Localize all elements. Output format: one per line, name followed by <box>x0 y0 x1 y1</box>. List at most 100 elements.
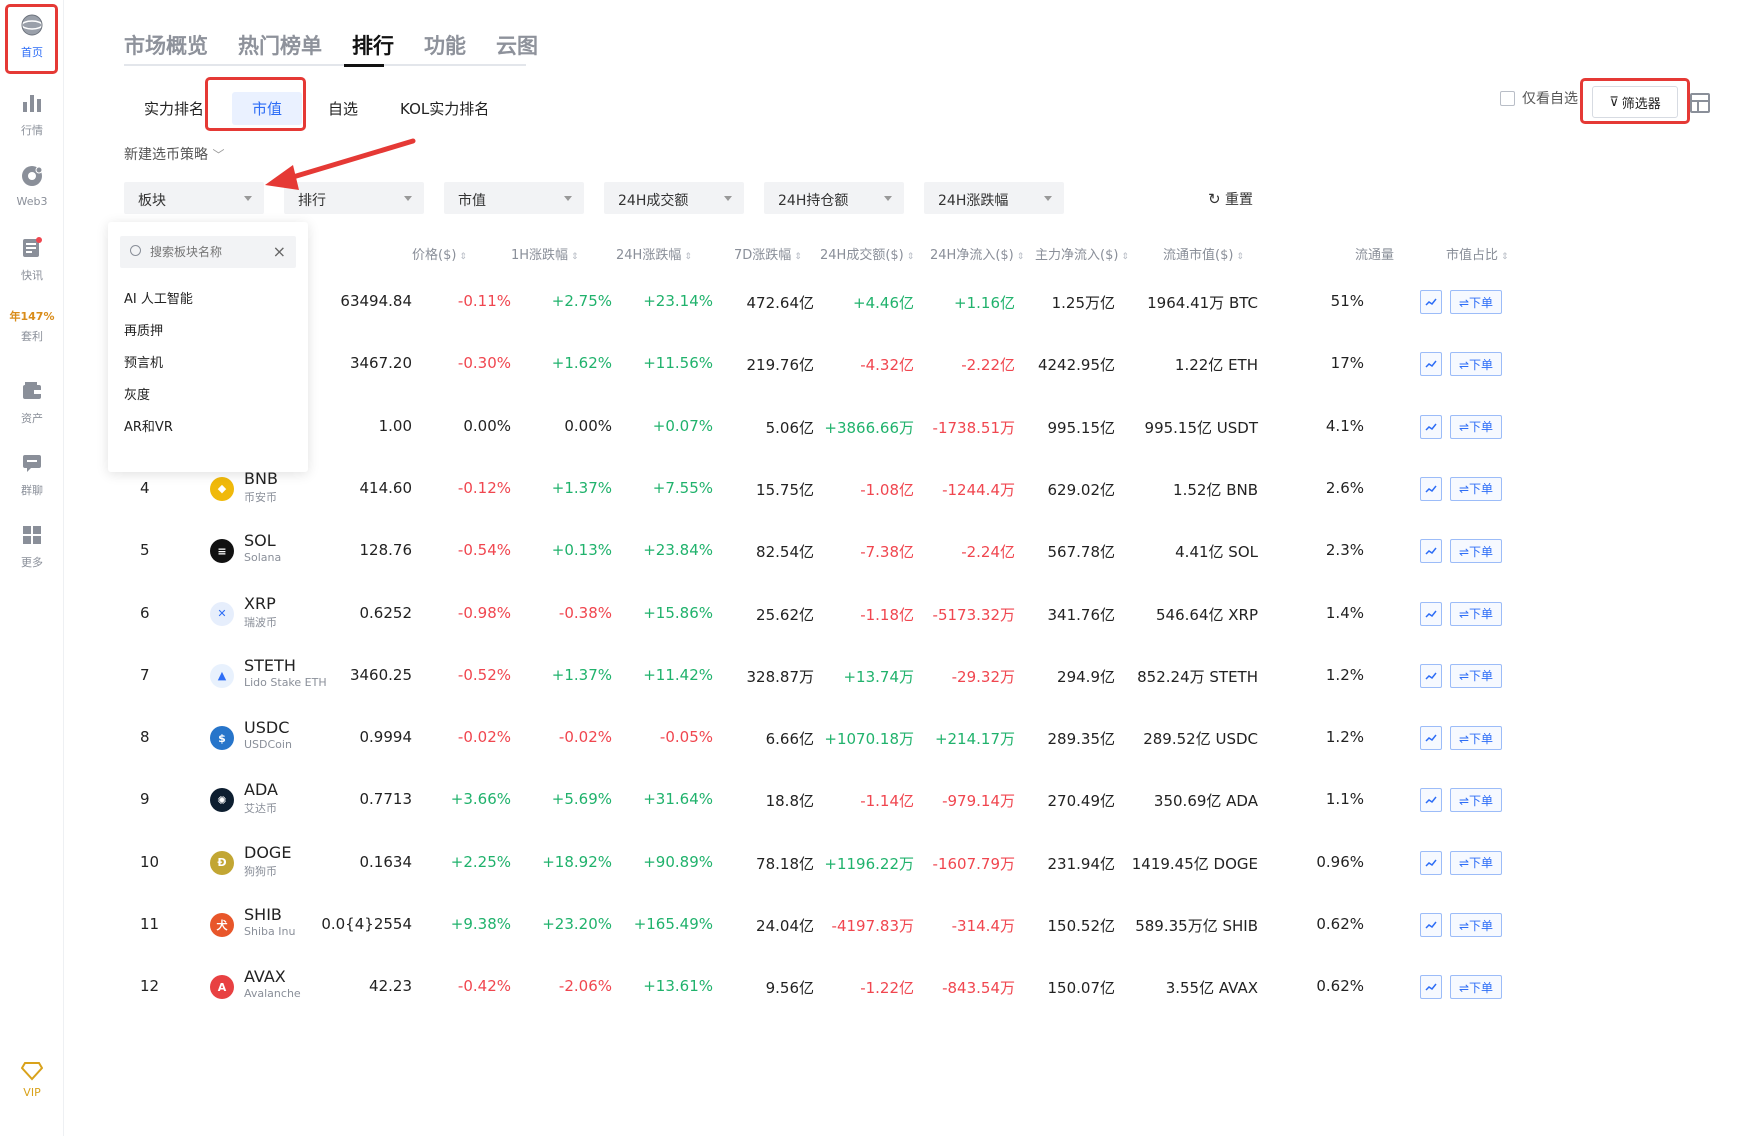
trend-chart-button[interactable] <box>1420 850 1442 875</box>
coin-symbol[interactable]: XRP <box>244 594 276 613</box>
tab-market-overview[interactable]: 市场概览 <box>124 30 208 64</box>
volume-cell: 472.64亿 <box>746 294 815 312</box>
trend-chart-button[interactable] <box>1420 476 1442 501</box>
coin-symbol[interactable]: STETH <box>244 656 296 675</box>
coin-logo-icon: A <box>210 975 234 1000</box>
reset-button[interactable]: ↻ 重置 <box>1208 189 1253 209</box>
coin-symbol[interactable]: AVAX <box>244 967 286 986</box>
place-order-button[interactable]: ⇌下单 <box>1450 788 1502 813</box>
price-cell: 414.60 <box>359 478 413 497</box>
sidebar-item-market[interactable]: 行情 <box>0 90 64 138</box>
table-row[interactable]: 11 犬 SHIB Shiba Inu 0.0{4}2554 +9.38% +23.20% +… <box>130 893 1710 963</box>
only-favorites-checkbox[interactable] <box>1500 90 1515 106</box>
new-strategy-dropdown[interactable]: 新建选币策略 ﹀ <box>124 144 224 164</box>
coin-name: Shiba Inu <box>244 925 296 938</box>
sector-select[interactable]: 板块 <box>124 182 264 214</box>
coin-symbol[interactable]: SHIB <box>244 905 282 924</box>
place-order-button[interactable]: ⇌下单 <box>1450 913 1502 937</box>
table-row[interactable]: 9 ✺ ADA 艾达币 0.7713 +3.66% +5.69% +31.64% 18.8亿 -1… <box>130 768 1710 838</box>
col-header-main-inflow[interactable]: 主力净流入($) ⇕ <box>1035 244 1129 263</box>
sidebar-item-vip[interactable]: VIP <box>0 1058 64 1099</box>
place-order-button[interactable]: ⇌下单 <box>1450 290 1502 314</box>
table-row[interactable]: 12 A AVAX Avalanche 42.23 -0.42% -2.06% +13.61%… <box>130 955 1710 1025</box>
table-row[interactable]: 6 ✕ XRP 瑞波币 0.6252 -0.98% -0.38% +15.86% 25.62亿 -… <box>130 582 1710 652</box>
place-order-button[interactable]: ⇌下单 <box>1450 975 1502 1000</box>
col-header-price[interactable]: 价格($) ⇕ <box>412 244 467 263</box>
sidebar-item-arbitrage[interactable]: 年147% 套利 <box>0 308 64 344</box>
coin-symbol[interactable]: DOGE <box>244 843 291 862</box>
table-row[interactable]: 10 Ð DOGE 狗狗币 0.1634 +2.25% +18.92% +90.89% 78.1… <box>130 831 1710 901</box>
trend-chart-button[interactable] <box>1420 414 1442 439</box>
place-order-button[interactable]: ⇌下单 <box>1450 601 1502 626</box>
subtab-strength-rank[interactable]: 实力排名 <box>144 98 204 119</box>
place-order-button[interactable]: ⇌下单 <box>1450 414 1502 439</box>
main-inflow-cell: -1607.79万 <box>932 854 1015 873</box>
sidebar-item-chat[interactable]: 群聊 <box>0 450 64 498</box>
subtab-favorites[interactable]: 自选 <box>328 98 358 119</box>
sidebar-item-home[interactable]: 首页 <box>0 12 64 60</box>
trend-chart-button[interactable] <box>1420 726 1442 751</box>
coin-name: Lido Stake ETH <box>244 675 327 689</box>
col-header-1h[interactable]: 1H涨跌幅 ⇕ <box>511 244 579 263</box>
trend-chart-button[interactable] <box>1420 788 1442 813</box>
trend-chart-button[interactable] <box>1420 290 1442 314</box>
sector-option[interactable]: 预言机 <box>124 352 163 371</box>
sector-dropdown-panel: × AI 人工智能 再质押 预言机 灰度 AR和VR <box>108 222 308 472</box>
open-interest-select[interactable]: 24H持仓额 <box>764 182 904 214</box>
coin-symbol[interactable]: SOL <box>244 531 276 550</box>
col-header-volume[interactable]: 24H成交额($) ⇕ <box>820 244 914 263</box>
close-icon[interactable]: × <box>273 242 286 261</box>
volume-select[interactable]: 24H成交额 <box>604 182 744 214</box>
trend-chart-button[interactable] <box>1420 913 1442 937</box>
change-24h-cell: 0.00% <box>564 416 612 435</box>
col-header-24h[interactable]: 24H涨跌幅 ⇕ <box>616 244 692 263</box>
col-header-7d[interactable]: 7D涨跌幅 ⇕ <box>734 244 802 263</box>
mcap-cell: 150.52亿 <box>1047 917 1116 935</box>
filter-button[interactable]: ⊽ 筛选器 <box>1592 86 1678 118</box>
change-1h-cell: -0.52% <box>457 665 511 684</box>
place-order-button[interactable]: ⇌下单 <box>1450 539 1502 564</box>
trend-chart-button[interactable] <box>1420 975 1442 1000</box>
trend-chart-button[interactable] <box>1420 601 1442 626</box>
table-row[interactable]: 1.00 0.00% 0.00% +0.07% 5.06亿 +3866.66万 -1738.… <box>130 395 1710 465</box>
sector-search-input[interactable] <box>150 242 270 262</box>
table-row[interactable]: 3467.20 -0.30% +1.62% +11.56% 219.76亿 -4.32亿 -… <box>130 332 1710 402</box>
change-1h-cell: +3.66% <box>450 790 511 809</box>
coin-symbol[interactable]: ADA <box>244 780 278 799</box>
tab-heatmap[interactable]: 云图 <box>496 30 538 64</box>
market-cap-select[interactable]: 市值 <box>444 182 584 214</box>
tab-features[interactable]: 功能 <box>424 30 466 64</box>
web3-icon <box>19 163 45 189</box>
tab-ranking[interactable]: 排行 <box>352 30 394 64</box>
table-row[interactable]: 63494.84 -0.11% +2.75% +23.14% 472.64亿 +4.46亿… <box>130 270 1710 340</box>
change-select[interactable]: 24H涨跌幅 <box>924 182 1064 214</box>
table-row[interactable]: 7 ▲ STETH Lido Stake ETH 3460.25 -0.52% +1.37%… <box>130 644 1710 714</box>
table-row[interactable]: 8 $ USDC USDCoin 0.9994 -0.02% -0.02% -0.05% 6.6… <box>130 706 1710 776</box>
sidebar-item-more[interactable]: 更多 <box>0 522 64 570</box>
coin-symbol[interactable]: USDC <box>244 718 289 737</box>
layout-icon[interactable] <box>1690 93 1710 113</box>
change-24h-cell: -0.38% <box>558 603 612 622</box>
place-order-button[interactable]: ⇌下单 <box>1450 476 1502 501</box>
tab-hot-lists[interactable]: 热门榜单 <box>238 30 322 64</box>
table-row[interactable]: 4 ◆ BNB 币安币 414.60 -0.12% +1.37% +7.55% 15.75亿 -1… <box>130 457 1710 527</box>
place-order-button[interactable]: ⇌下单 <box>1450 352 1502 377</box>
sector-option[interactable]: AI 人工智能 <box>124 288 193 307</box>
subtab-kol-rank[interactable]: KOL实力排名 <box>400 98 489 119</box>
trend-chart-button[interactable] <box>1420 539 1442 564</box>
place-order-button[interactable]: ⇌下单 <box>1450 850 1502 875</box>
sector-option[interactable]: 再质押 <box>124 320 163 339</box>
trend-chart-button[interactable] <box>1420 352 1442 377</box>
col-header-mcap[interactable]: 流通市值($) ⇕ <box>1163 244 1244 263</box>
place-order-button[interactable]: ⇌下单 <box>1450 726 1502 751</box>
sidebar-item-assets[interactable]: 资产 <box>0 378 64 426</box>
sector-option[interactable]: AR和VR <box>124 416 173 435</box>
trend-chart-button[interactable] <box>1420 663 1442 688</box>
place-order-button[interactable]: ⇌下单 <box>1450 663 1502 688</box>
sidebar-item-news[interactable]: 快讯 <box>0 235 64 283</box>
sector-option[interactable]: 灰度 <box>124 384 150 403</box>
col-header-net-inflow[interactable]: 24H净流入($) ⇕ <box>930 244 1024 263</box>
col-header-share[interactable]: 市值占比 ⇕ <box>1446 244 1509 263</box>
table-row[interactable]: 5 ≡ SOL Solana 128.76 -0.54% +0.13% +23.84% 82.5… <box>130 519 1710 589</box>
sidebar-item-web3[interactable]: Web3 <box>0 163 64 208</box>
